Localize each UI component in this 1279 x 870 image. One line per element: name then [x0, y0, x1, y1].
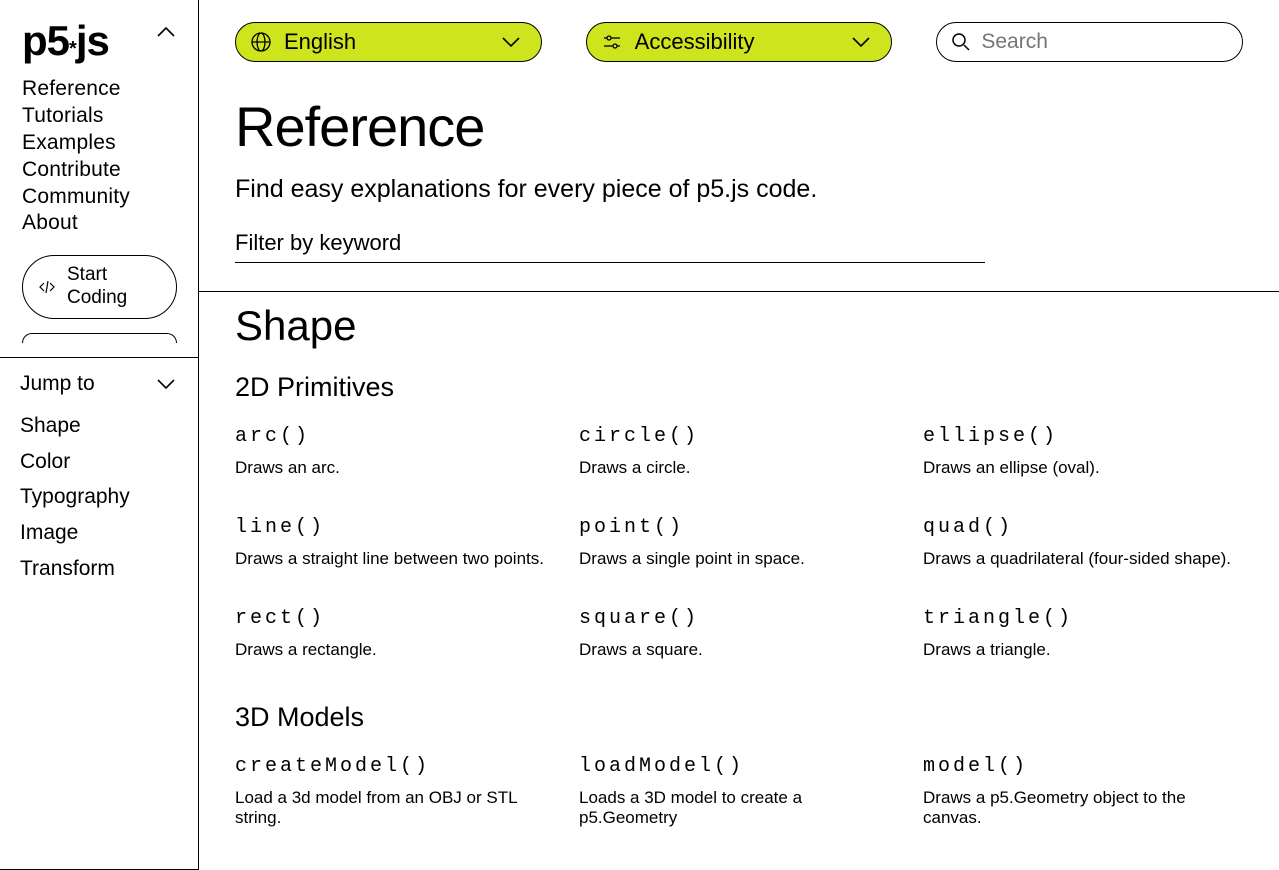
start-coding-button[interactable]: Start Coding: [22, 255, 177, 319]
jumpto-shape[interactable]: Shape: [20, 408, 176, 444]
chevron-down-icon: [156, 378, 176, 390]
entry-point[interactable]: point()Draws a single point in space.: [579, 516, 899, 569]
section-shape-title: Shape: [235, 302, 1243, 350]
chevron-down-icon: [501, 36, 521, 48]
nav-community[interactable]: Community: [22, 184, 176, 211]
sliders-icon: [601, 31, 623, 53]
logo-row: p5*js: [22, 20, 176, 62]
entry-model[interactable]: model()Draws a p5.Geometry object to the…: [923, 755, 1243, 828]
entry-ellipse[interactable]: ellipse()Draws an ellipse (oval).: [923, 425, 1243, 478]
logo[interactable]: p5*js: [22, 20, 109, 62]
nav-tutorials[interactable]: Tutorials: [22, 103, 176, 130]
accessibility-select[interactable]: Accessibility: [586, 22, 893, 62]
jumpto-typography[interactable]: Typography: [20, 479, 176, 515]
jumpto-transform[interactable]: Transform: [20, 551, 176, 587]
search-icon: [951, 32, 971, 52]
section-divider: [199, 291, 1279, 292]
search-box[interactable]: [936, 22, 1243, 62]
nav-contribute[interactable]: Contribute: [22, 157, 176, 184]
chevron-up-icon[interactable]: [156, 26, 176, 38]
page-description: Find easy explanations for every piece o…: [235, 175, 1243, 204]
main-nav: Reference Tutorials Examples Contribute …: [22, 76, 176, 237]
filter-input[interactable]: [235, 224, 985, 263]
chevron-down-icon: [851, 36, 871, 48]
sidebar: p5*js Reference Tutorials Examples Contr…: [0, 0, 199, 870]
subsection-2dprimitives: 2D Primitives: [235, 372, 1243, 403]
grid-3dmodels: createModel()Load a 3d model from an OBJ…: [235, 755, 1243, 828]
nav-reference[interactable]: Reference: [22, 76, 176, 103]
globe-icon: [250, 31, 272, 53]
entry-createmodel[interactable]: createModel()Load a 3d model from an OBJ…: [235, 755, 555, 828]
entry-loadmodel[interactable]: loadModel()Loads a 3D model to create a …: [579, 755, 899, 828]
entry-rect[interactable]: rect()Draws a rectangle.: [235, 607, 555, 660]
accessibility-label: Accessibility: [635, 29, 755, 55]
jumpto-image[interactable]: Image: [20, 515, 176, 551]
entry-arc[interactable]: arc()Draws an arc.: [235, 425, 555, 478]
entry-triangle[interactable]: triangle()Draws a triangle.: [923, 607, 1243, 660]
page-title: Reference: [235, 94, 1243, 159]
language-select[interactable]: English: [235, 22, 542, 62]
start-coding-label: Start Coding: [67, 264, 127, 310]
partial-button-peek: [22, 333, 177, 343]
entry-circle[interactable]: circle()Draws a circle.: [579, 425, 899, 478]
jumpto-list: Shape Color Typography Image Transform: [20, 408, 176, 586]
jumpto-label: Jump to: [20, 372, 95, 396]
nav-examples[interactable]: Examples: [22, 130, 176, 157]
entry-square[interactable]: square()Draws a square.: [579, 607, 899, 660]
sidebar-top: p5*js Reference Tutorials Examples Contr…: [0, 0, 198, 343]
code-icon: [37, 277, 57, 297]
jumpto-header[interactable]: Jump to: [20, 372, 176, 396]
main-content: English Accessibility Reference Find eas…: [199, 0, 1279, 870]
jumpto-color[interactable]: Color: [20, 444, 176, 480]
sidebar-jumpto: Jump to Shape Color Typography Image Tra…: [0, 357, 198, 870]
subsection-3dmodels: 3D Models: [235, 702, 1243, 733]
top-controls: English Accessibility: [235, 22, 1243, 62]
search-input[interactable]: [981, 30, 1222, 54]
grid-2dprimitives: arc()Draws an arc. circle()Draws a circl…: [235, 425, 1243, 660]
entry-quad[interactable]: quad()Draws a quadrilateral (four-sided …: [923, 516, 1243, 569]
language-label: English: [284, 29, 356, 55]
nav-about[interactable]: About: [22, 210, 176, 237]
entry-line[interactable]: line()Draws a straight line between two …: [235, 516, 555, 569]
